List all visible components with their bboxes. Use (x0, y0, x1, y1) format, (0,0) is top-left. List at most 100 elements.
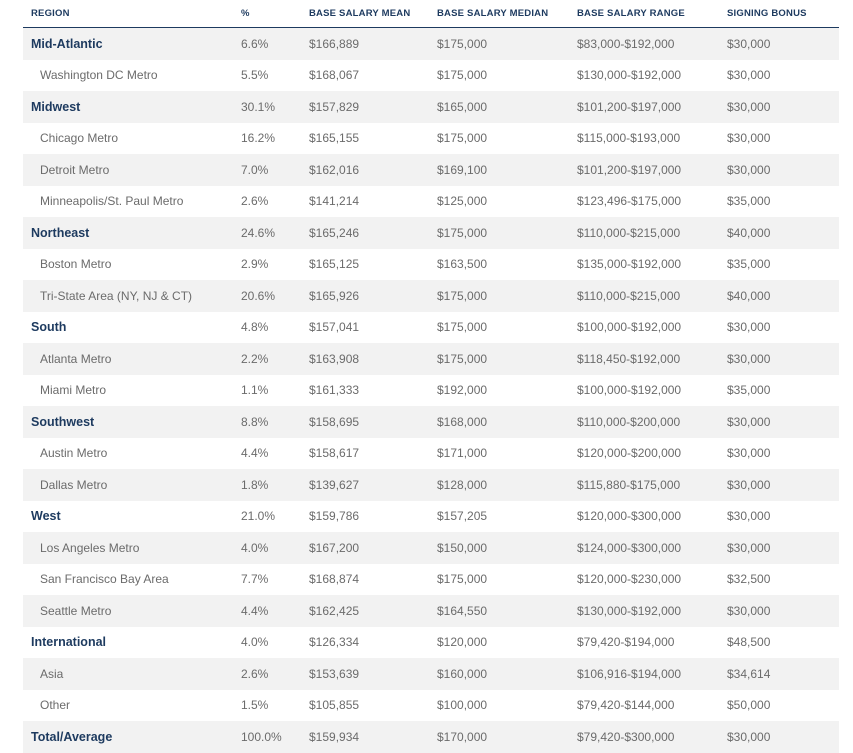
region-name-cell: Boston Metro (40, 257, 112, 272)
region-name-cell: Dallas Metro (23, 469, 241, 501)
salary-range-cell: $130,000-$192,000 (577, 595, 727, 627)
salary-median-cell: $175,000 (437, 320, 488, 335)
salary-mean-cell: $141,214 (309, 194, 360, 209)
percent-cell: 2.2% (241, 343, 309, 375)
table-row-metro: Boston Metro 2.9% $165,125 $163,500 $135,000… (23, 249, 839, 281)
salary-range-cell: $120,000-$230,000 (577, 572, 682, 587)
table-header: REGION % BASE SALARY MEAN BASE SALARY ME… (23, 0, 839, 28)
salary-mean-cell: $159,786 (309, 509, 360, 524)
salary-mean-cell: $162,016 (309, 154, 437, 186)
signing-bonus-cell: $32,500 (727, 572, 771, 587)
table-row-metro: Atlanta Metro 2.2% $163,908 $175,000 $118,45… (23, 343, 839, 375)
signing-bonus-cell: $30,000 (727, 27, 839, 60)
column-header-percent: % (241, 0, 309, 28)
salary-mean-cell: $163,908 (309, 343, 437, 375)
salary-median-cell: $175,000 (437, 280, 577, 312)
salary-mean-cell: $168,067 (309, 68, 360, 83)
percent-cell: 16.2% (241, 131, 276, 146)
region-name-cell: Washington DC Metro (40, 68, 158, 83)
signing-bonus-cell: $30,000 (727, 131, 771, 146)
region-name-cell: San Francisco Bay Area (40, 572, 169, 587)
region-name-cell: Total/Average (23, 721, 241, 753)
salary-mean-cell: $159,934 (309, 721, 437, 753)
signing-bonus-cell: $35,000 (727, 383, 771, 398)
table-row-region: Midwest 30.1% $157,829 $165,000 $101,200-$19… (23, 91, 839, 123)
signing-bonus-cell: $30,000 (727, 446, 771, 461)
region-name-cell: Asia (23, 658, 241, 690)
percent-cell: 100.0% (241, 721, 309, 753)
salary-range-cell: $110,000-$215,000 (577, 280, 727, 312)
region-name-cell: Northeast (23, 217, 241, 249)
signing-bonus-cell: $30,000 (727, 68, 771, 83)
signing-bonus-cell: $50,000 (727, 698, 771, 713)
salary-range-cell: $123,496-$175,000 (577, 194, 682, 209)
percent-cell: 1.8% (241, 469, 309, 501)
table-row-metro: Detroit Metro 7.0% $162,016 $169,100 $101,20… (23, 154, 839, 186)
salary-median-cell: $170,000 (437, 721, 577, 753)
signing-bonus-cell: $30,000 (727, 532, 839, 564)
table-row-metro: Dallas Metro 1.8% $139,627 $128,000 $115,880… (23, 469, 839, 501)
signing-bonus-cell: $40,000 (727, 280, 839, 312)
region-name-cell: Atlanta Metro (23, 343, 241, 375)
region-name-cell: Los Angeles Metro (23, 532, 241, 564)
salary-by-region-table: REGION % BASE SALARY MEAN BASE SALARY ME… (23, 0, 839, 753)
percent-cell: 4.0% (241, 635, 269, 650)
table-row-region: Mid-Atlantic 6.6% $166,889 $175,000 $83,000-… (23, 27, 839, 60)
signing-bonus-cell: $30,000 (727, 320, 771, 335)
salary-median-cell: $175,000 (437, 68, 488, 83)
salary-range-cell: $110,000-$215,000 (577, 217, 727, 249)
salary-median-cell: $169,100 (437, 154, 577, 186)
salary-mean-cell: $165,246 (309, 217, 437, 249)
salary-median-cell: $160,000 (437, 658, 577, 690)
signing-bonus-cell: $30,000 (727, 343, 839, 375)
salary-range-cell: $101,200-$197,000 (577, 154, 727, 186)
salary-range-cell: $115,880-$175,000 (577, 469, 727, 501)
salary-mean-cell: $157,829 (309, 91, 437, 123)
percent-cell: 7.7% (241, 572, 269, 587)
salary-range-cell: $101,200-$197,000 (577, 91, 727, 123)
salary-range-cell: $79,420-$194,000 (577, 635, 675, 650)
salary-range-cell: $83,000-$192,000 (577, 27, 727, 60)
percent-cell: 30.1% (241, 91, 309, 123)
salary-mean-cell: $126,334 (309, 635, 360, 650)
column-header-signing-bonus: SIGNING BONUS (727, 0, 839, 28)
region-name-cell: West (31, 509, 61, 524)
salary-median-cell: $175,000 (437, 27, 577, 60)
percent-cell: 4.8% (241, 320, 269, 335)
salary-median-cell: $175,000 (437, 343, 577, 375)
salary-range-cell: $79,420-$144,000 (577, 698, 675, 713)
signing-bonus-cell: $48,500 (727, 635, 771, 650)
salary-median-cell: $171,000 (437, 446, 488, 461)
salary-range-cell: $79,420-$300,000 (577, 721, 727, 753)
table-row-metro: Seattle Metro 4.4% $162,425 $164,550 $130,00… (23, 595, 839, 627)
salary-median-cell: $164,550 (437, 595, 577, 627)
table-row-metro: Los Angeles Metro 4.0% $167,200 $150,000 $12… (23, 532, 839, 564)
table-row-metro: Austin Metro 4.4% $158,617 $171,000 $120,000… (23, 438, 839, 470)
salary-range-cell: $100,000-$192,000 (577, 383, 682, 398)
percent-cell: 4.4% (241, 595, 309, 627)
signing-bonus-cell: $30,000 (727, 154, 839, 186)
salary-range-cell: $110,000-$200,000 (577, 406, 727, 438)
salary-median-cell: $165,000 (437, 91, 577, 123)
percent-cell: 2.6% (241, 194, 269, 209)
table-row-metro: Miami Metro 1.1% $161,333 $192,000 $100,000-… (23, 375, 839, 407)
signing-bonus-cell: $35,000 (727, 257, 771, 272)
percent-cell: 8.8% (241, 406, 309, 438)
column-header-base-salary-range: BASE SALARY RANGE (577, 0, 727, 28)
signing-bonus-cell: $35,000 (727, 194, 771, 209)
salary-mean-cell: $153,639 (309, 658, 437, 690)
column-header-region: REGION (23, 0, 241, 28)
signing-bonus-cell: $30,000 (727, 406, 839, 438)
salary-range-cell: $124,000-$300,000 (577, 532, 727, 564)
salary-median-cell: $120,000 (437, 635, 488, 650)
salary-mean-cell: $157,041 (309, 320, 360, 335)
signing-bonus-cell: $30,000 (727, 469, 839, 501)
salary-median-cell: $128,000 (437, 469, 577, 501)
signing-bonus-cell: $30,000 (727, 595, 839, 627)
salary-range-cell: $115,000-$193,000 (577, 131, 681, 146)
salary-median-cell: $150,000 (437, 532, 577, 564)
table-row-region: Northeast 24.6% $165,246 $175,000 $110,000-$… (23, 217, 839, 249)
salary-mean-cell: $105,855 (309, 698, 360, 713)
percent-cell: 2.6% (241, 658, 309, 690)
region-name-cell: Mid-Atlantic (23, 27, 241, 60)
